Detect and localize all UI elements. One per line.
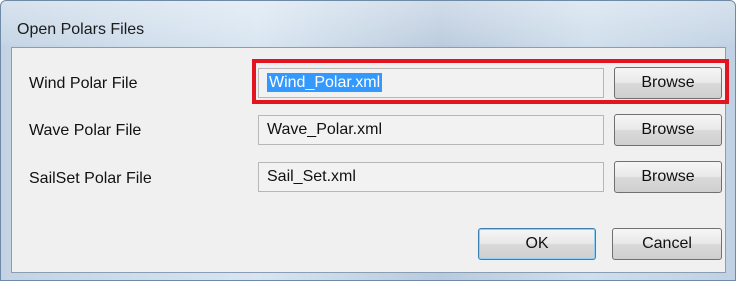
sailset-browse-button[interactable]: Browse bbox=[614, 161, 722, 193]
dialog-title: Open Polars Files bbox=[17, 21, 145, 38]
wind-polar-label: Wind Polar File bbox=[29, 75, 138, 92]
wind-polar-value: Wind_Polar.xml bbox=[267, 73, 383, 92]
title-bar[interactable]: Open Polars Files bbox=[1, 1, 735, 45]
open-polars-dialog: Open Polars Files Wind Polar File Wind_P… bbox=[0, 0, 736, 281]
wind-browse-button[interactable]: Browse bbox=[614, 67, 722, 99]
wave-polar-label: Wave Polar File bbox=[29, 122, 142, 139]
sailset-polar-label: SailSet Polar File bbox=[29, 170, 152, 187]
wave-polar-value: Wave_Polar.xml bbox=[267, 121, 382, 138]
sailset-polar-value: Sail_Set.xml bbox=[267, 168, 356, 185]
wave-browse-button[interactable]: Browse bbox=[614, 114, 722, 146]
wave-polar-field[interactable]: Wave_Polar.xml bbox=[258, 115, 604, 145]
cancel-button[interactable]: Cancel bbox=[612, 228, 722, 260]
dialog-body: Wind Polar File Wind_Polar.xml Browse Wa… bbox=[11, 47, 729, 273]
wind-polar-field[interactable]: Wind_Polar.xml bbox=[258, 68, 604, 98]
ok-button[interactable]: OK bbox=[478, 228, 596, 260]
sailset-polar-field[interactable]: Sail_Set.xml bbox=[258, 162, 604, 192]
